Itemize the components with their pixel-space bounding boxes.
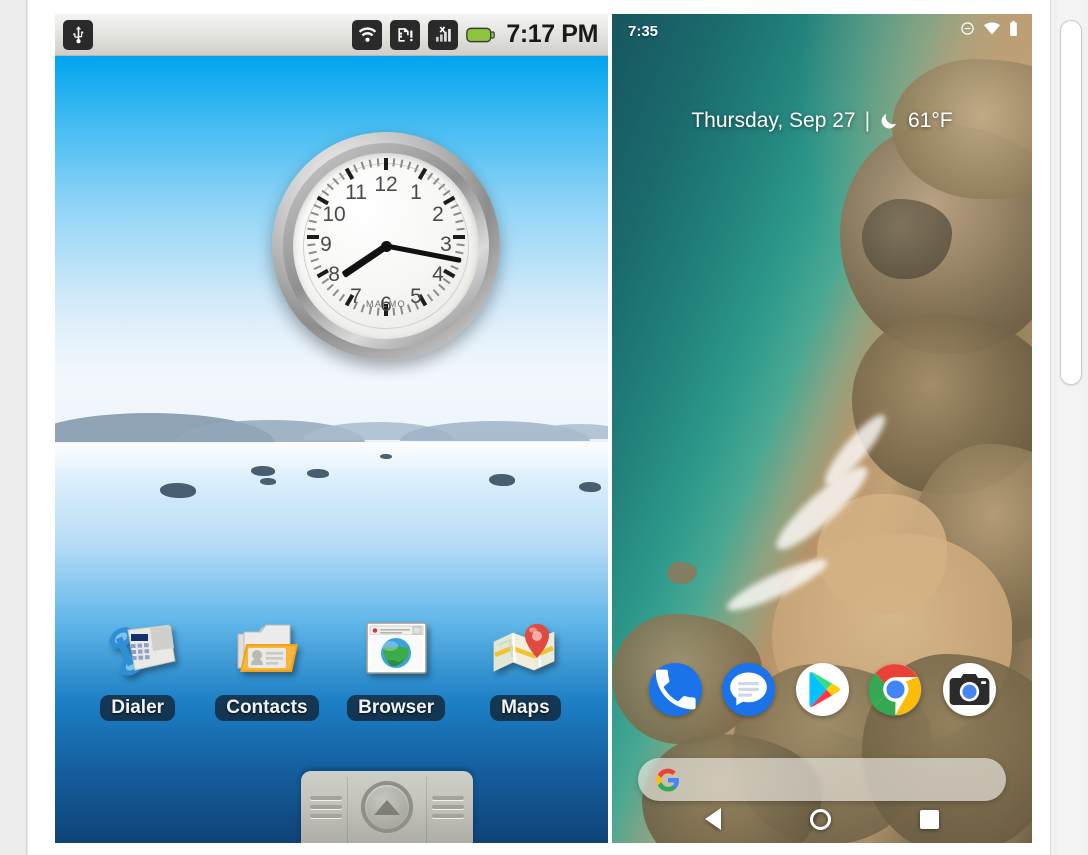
drawer-grip-left [310, 796, 342, 818]
app-drawer-handle[interactable] [301, 771, 473, 843]
crescent-moon-icon [879, 111, 899, 131]
clock-face: 12 1 2 3 4 5 6 7 8 9 10 11 MALMO [293, 153, 479, 339]
wallpaper-rock [260, 478, 276, 485]
wallpaper-rock [667, 562, 697, 584]
legacy-app-label: Contacts [215, 695, 319, 721]
wallpaper-rock [380, 454, 392, 459]
camera-icon[interactable] [942, 663, 996, 716]
home-circle-icon[interactable] [809, 808, 831, 830]
legacy-home-app-row: Dialer Contacts Browser Maps [55, 612, 608, 721]
wifi-icon [984, 22, 1000, 40]
usb-icon [63, 19, 93, 50]
wallpaper-rock [307, 469, 329, 478]
wallpaper-rock [489, 474, 515, 486]
page-left-gutter [0, 0, 27, 855]
legacy-app-label: Maps [490, 695, 561, 721]
google-search-bar[interactable] [638, 758, 1006, 801]
recents-square-icon[interactable] [920, 809, 940, 829]
clock-center-cap [380, 240, 392, 252]
modern-status-icons [960, 21, 1018, 41]
drawer-grip-right [432, 796, 464, 818]
no-signal-icon [428, 19, 459, 50]
chevron-up-icon[interactable] [361, 781, 413, 833]
wallpaper-rock [160, 483, 196, 498]
clock-numeral: 10 [322, 203, 346, 226]
back-triangle-icon[interactable] [704, 808, 721, 830]
wallpaper-rock [579, 482, 601, 492]
legacy-app-contacts[interactable]: Contacts [208, 612, 326, 721]
date-weather-separator: | [864, 109, 871, 132]
legacy-app-browser[interactable]: Browser [337, 612, 455, 721]
clock-tick [384, 158, 388, 170]
temperature-text: 61°F [908, 109, 953, 132]
messages-icon[interactable] [722, 663, 775, 716]
legacy-app-dialer[interactable]: Dialer [79, 612, 197, 721]
modern-status-bar: 7:35 [612, 14, 1032, 48]
play-store-icon[interactable] [795, 663, 849, 716]
do-not-disturb-icon [960, 21, 975, 41]
clock-numeral: 2 [432, 203, 444, 226]
clock-numeral: 4 [432, 263, 444, 286]
clock-numeral: 12 [374, 173, 398, 196]
modern-wallpaper [612, 14, 1032, 843]
sim-card-alert-icon [390, 19, 421, 50]
vertical-scrollbar-track[interactable] [1058, 0, 1084, 855]
vertical-scrollbar-thumb[interactable] [1060, 20, 1082, 385]
google-g-icon [656, 768, 680, 792]
clock-numeral: 9 [320, 233, 332, 256]
wifi-icon [352, 19, 383, 50]
modern-clock-text: 7:35 [628, 22, 659, 40]
browser-icon [353, 612, 439, 686]
dialer-icon [95, 612, 181, 686]
navigation-bar [612, 799, 1032, 839]
battery-icon [466, 20, 496, 50]
modern-android-screenshot: 7:35 Thursday, Sep 27 | 61°F [612, 14, 1032, 843]
wallpaper-rock [251, 466, 275, 476]
modern-dock [612, 663, 1032, 716]
phone-icon[interactable] [648, 663, 702, 716]
clock-numeral: 11 [345, 181, 367, 205]
chrome-icon[interactable] [868, 663, 922, 716]
legacy-status-bar: 7:17 PM [55, 14, 608, 56]
clock-brand-text: MALMO [365, 299, 406, 309]
clock-tick [376, 158, 380, 167]
wallpaper-water-glow [55, 442, 608, 478]
maps-icon [482, 612, 568, 686]
legacy-app-label: Dialer [100, 695, 176, 721]
legacy-clock-text: 7:17 PM [506, 20, 598, 48]
date-weather-widget[interactable]: Thursday, Sep 27 | 61°F [612, 109, 1032, 133]
clock-numeral: 1 [410, 181, 422, 205]
contacts-icon [224, 612, 310, 686]
legacy-android-screenshot: 7:17 PM 12 1 2 3 4 5 6 7 8 9 10 11 MALMO… [55, 14, 608, 843]
legacy-status-icons: 7:17 PM [352, 19, 598, 50]
legacy-app-label: Browser [347, 695, 446, 721]
battery-icon [1009, 21, 1018, 41]
page-root: 7:17 PM 12 1 2 3 4 5 6 7 8 9 10 11 MALMO… [0, 0, 1088, 855]
date-text: Thursday, Sep 27 [691, 109, 856, 132]
analog-clock-widget[interactable]: 12 1 2 3 4 5 6 7 8 9 10 11 MALMO [272, 132, 500, 360]
legacy-app-maps[interactable]: Maps [466, 612, 584, 721]
